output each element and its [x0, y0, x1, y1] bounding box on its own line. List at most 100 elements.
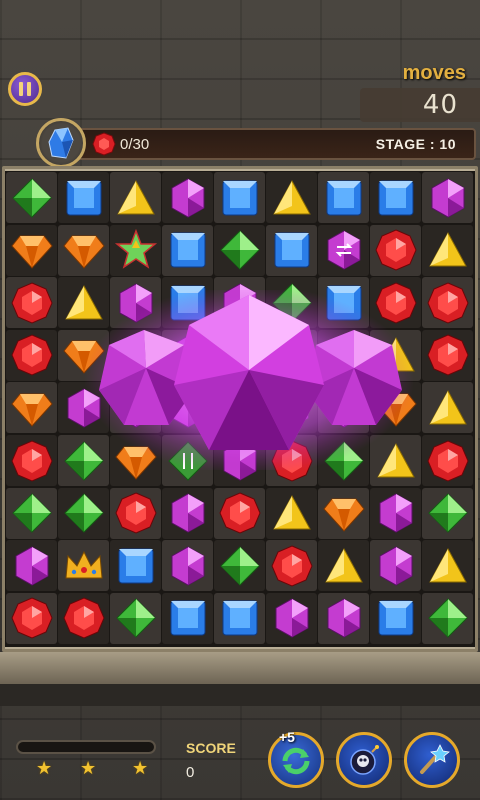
board-cell[interactable] — [422, 172, 473, 223]
purple-gem-icon — [275, 598, 308, 638]
board-cell[interactable] — [162, 487, 213, 539]
board-cell[interactable] — [422, 592, 473, 644]
board-cell[interactable] — [162, 435, 213, 486]
board-cell[interactable] — [58, 435, 109, 486]
board-cell[interactable] — [318, 277, 369, 329]
board-cell[interactable] — [58, 382, 109, 434]
hammer-booster-button[interactable] — [404, 732, 460, 788]
board-cell[interactable] — [214, 435, 265, 486]
pause-button[interactable] — [8, 72, 42, 106]
board-cell[interactable] — [266, 435, 317, 486]
board-cell[interactable] — [58, 277, 109, 329]
board-cell[interactable] — [266, 277, 317, 329]
board-cell[interactable] — [162, 592, 213, 644]
board-cell[interactable] — [266, 172, 317, 223]
board-cell[interactable] — [162, 540, 213, 592]
board-cell[interactable] — [370, 382, 421, 434]
board-cell[interactable] — [370, 172, 421, 223]
board-cell[interactable] — [266, 329, 317, 381]
board-cell[interactable] — [266, 540, 317, 592]
board-cell[interactable] — [370, 435, 421, 486]
board-cell[interactable] — [318, 224, 369, 276]
red-gem-icon — [426, 282, 469, 324]
board-cell[interactable] — [318, 435, 369, 486]
orange-gem-icon — [10, 393, 53, 427]
board-cell[interactable] — [58, 329, 109, 381]
board-cell[interactable] — [318, 329, 369, 381]
yellow-gem-icon — [116, 179, 155, 214]
board-cell[interactable] — [214, 172, 265, 223]
board-cell[interactable] — [6, 172, 57, 223]
board-cell[interactable] — [370, 329, 421, 381]
bomb-booster-button[interactable] — [336, 732, 392, 788]
board-cell[interactable] — [58, 487, 109, 539]
red-gem-icon — [10, 334, 53, 376]
board-cell[interactable] — [214, 277, 265, 329]
board-cell[interactable] — [422, 277, 473, 329]
board-cell[interactable] — [370, 540, 421, 592]
board-cell[interactable] — [266, 592, 317, 644]
special-gem-slot[interactable] — [36, 118, 86, 168]
gem-board[interactable] — [6, 172, 474, 646]
board-cell[interactable] — [422, 487, 473, 539]
board-cell[interactable] — [422, 382, 473, 434]
board-cell[interactable] — [110, 382, 161, 434]
board-cell[interactable] — [58, 172, 109, 223]
orange-gem-icon — [62, 235, 105, 269]
board-cell[interactable] — [370, 592, 421, 644]
red-gem-icon — [10, 597, 53, 639]
board-cell[interactable] — [110, 592, 161, 644]
board-cell[interactable] — [58, 592, 109, 644]
board-cell[interactable] — [6, 487, 57, 539]
board-cell[interactable] — [6, 277, 57, 329]
board-cell[interactable] — [162, 224, 213, 276]
board-cell[interactable] — [162, 329, 213, 381]
board-cell[interactable] — [6, 540, 57, 592]
board-cell[interactable] — [110, 224, 161, 276]
moves-panel — [360, 88, 480, 122]
board-cell[interactable] — [214, 592, 265, 644]
board-cell[interactable] — [110, 329, 161, 381]
board-cell[interactable] — [6, 592, 57, 644]
board-cell[interactable] — [110, 172, 161, 223]
board-cell[interactable] — [422, 540, 473, 592]
board-cell[interactable] — [318, 540, 369, 592]
board-cell[interactable] — [214, 224, 265, 276]
board-cell[interactable] — [370, 277, 421, 329]
board-cell[interactable] — [266, 224, 317, 276]
board-cell[interactable] — [266, 382, 317, 434]
board-cell[interactable] — [422, 435, 473, 486]
board-cell[interactable] — [422, 224, 473, 276]
board-cell[interactable] — [162, 277, 213, 329]
board-cell[interactable] — [110, 435, 161, 486]
board-cell[interactable] — [58, 224, 109, 276]
crown-gem-icon — [64, 550, 103, 579]
board-cell[interactable] — [6, 329, 57, 381]
board-cell[interactable] — [266, 487, 317, 539]
board-cell[interactable] — [110, 277, 161, 329]
board-cell[interactable] — [318, 487, 369, 539]
board-cell[interactable] — [214, 329, 265, 381]
board-cell[interactable] — [318, 592, 369, 644]
board-cell[interactable] — [214, 382, 265, 434]
board-cell[interactable] — [162, 382, 213, 434]
purple-gem-icon — [67, 388, 100, 428]
board-cell[interactable] — [162, 172, 213, 223]
board-cell[interactable] — [214, 540, 265, 592]
board-cell[interactable] — [318, 172, 369, 223]
stage-label: STAGE : 10 — [375, 136, 456, 152]
target-count: 0/30 — [120, 136, 150, 153]
board-cell[interactable] — [58, 540, 109, 592]
board-cell[interactable] — [370, 224, 421, 276]
board-cell[interactable] — [6, 435, 57, 486]
board-cell[interactable] — [370, 487, 421, 539]
board-cell[interactable] — [6, 224, 57, 276]
board-cell[interactable] — [422, 329, 473, 381]
board-cell[interactable] — [6, 382, 57, 434]
purple-gem-icon — [119, 335, 152, 375]
board-cell[interactable] — [110, 487, 161, 539]
board-cell[interactable] — [318, 382, 369, 434]
shuffle-booster-button[interactable]: +5 — [268, 729, 324, 788]
board-cell[interactable] — [110, 540, 161, 592]
board-cell[interactable] — [214, 487, 265, 539]
